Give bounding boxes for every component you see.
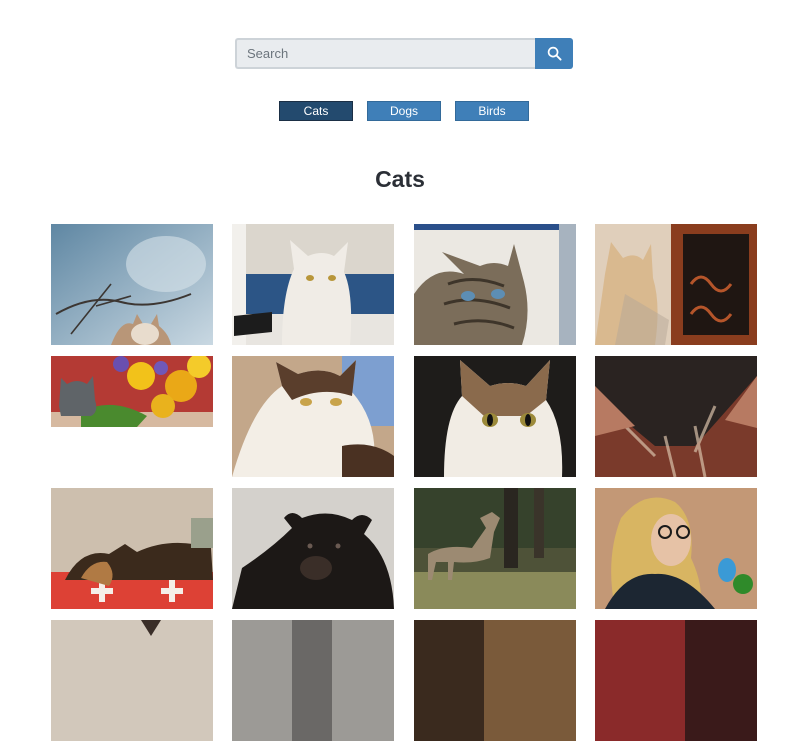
bear-photo bbox=[232, 488, 394, 609]
cat-photo bbox=[232, 356, 394, 477]
photo-tile[interactable] bbox=[51, 356, 213, 427]
photo-tile[interactable] bbox=[232, 620, 394, 741]
cat-photo bbox=[51, 620, 213, 741]
photo-tile[interactable] bbox=[51, 620, 213, 741]
photo-gallery bbox=[0, 0, 800, 741]
cat-photo bbox=[232, 224, 394, 345]
cat-photo bbox=[232, 620, 394, 741]
photo-tile[interactable] bbox=[51, 224, 213, 345]
photo-tile[interactable] bbox=[595, 224, 757, 345]
dog-photo bbox=[51, 488, 213, 609]
photo-tile[interactable] bbox=[595, 620, 757, 741]
photo-tile[interactable] bbox=[232, 488, 394, 609]
photo-tile[interactable] bbox=[414, 620, 576, 741]
cat-photo bbox=[414, 224, 576, 345]
photo-tile[interactable] bbox=[414, 488, 576, 609]
photo-tile[interactable] bbox=[595, 488, 757, 609]
woman-photo bbox=[595, 488, 757, 609]
photo-tile[interactable] bbox=[51, 488, 213, 609]
cat-photo bbox=[595, 356, 757, 477]
photo-tile[interactable] bbox=[595, 356, 757, 477]
photo-tile[interactable] bbox=[232, 356, 394, 477]
cat-photo bbox=[414, 620, 576, 741]
photo-tile[interactable] bbox=[414, 356, 576, 477]
cat-photo bbox=[51, 224, 213, 345]
cat-photo bbox=[51, 356, 213, 427]
cat-photo bbox=[414, 356, 576, 477]
photo-tile[interactable] bbox=[414, 224, 576, 345]
photo-tile[interactable] bbox=[232, 224, 394, 345]
cat-photo bbox=[595, 224, 757, 345]
cat-photo bbox=[595, 620, 757, 741]
deer-photo bbox=[414, 488, 576, 609]
